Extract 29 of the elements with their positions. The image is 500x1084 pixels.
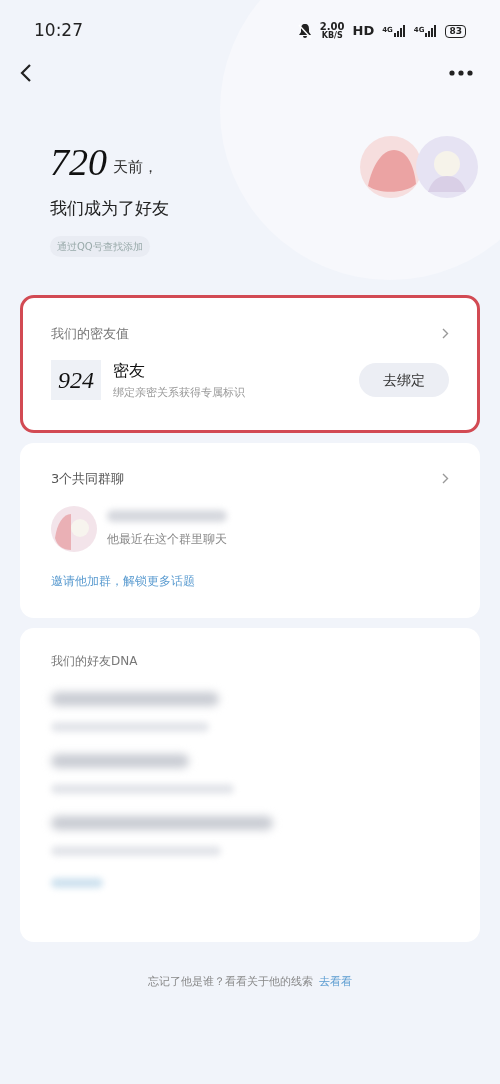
speed-unit: KB/S	[321, 32, 343, 40]
group-avatar	[51, 506, 97, 552]
days-label: 天前，	[113, 156, 158, 178]
hd-label: HD	[352, 22, 375, 41]
source-chip: 通过QQ号查找添加	[50, 235, 150, 257]
days-count: 720	[50, 142, 107, 182]
more-button[interactable]	[449, 70, 473, 76]
chevron-right-icon[interactable]	[442, 327, 449, 339]
battery-indicator: 83	[445, 24, 466, 38]
footer-text: 忘记了他是谁？看看关于他的线索	[148, 974, 313, 990]
intimacy-level: 密友	[113, 360, 146, 382]
card-title: 我们的密友值	[51, 324, 129, 343]
footer-link[interactable]: 去看看	[319, 974, 352, 991]
speed-value: 2.00	[319, 22, 345, 32]
signal-icon	[393, 25, 406, 37]
bind-button[interactable]: 去绑定	[359, 363, 449, 398]
group-hint: 他最近在这个群里聊天	[107, 531, 227, 548]
avatar	[360, 136, 422, 198]
intimacy-hint: 绑定亲密关系获得专属标识	[113, 385, 246, 401]
card-title: 我们的好友DNA	[51, 653, 139, 670]
invite-link[interactable]: 邀请他加群，解锁更多话题	[51, 572, 195, 590]
intimacy-score: 924	[51, 360, 101, 401]
card-title: 3个共同群聊	[51, 469, 125, 488]
friendship-subtitle: 我们成为了好友	[50, 197, 169, 220]
status-time: 10:27	[34, 19, 83, 43]
chevron-right-icon[interactable]	[442, 472, 449, 484]
bell-muted-icon	[297, 23, 312, 39]
signal-icon	[425, 25, 438, 37]
avatar	[416, 136, 478, 198]
